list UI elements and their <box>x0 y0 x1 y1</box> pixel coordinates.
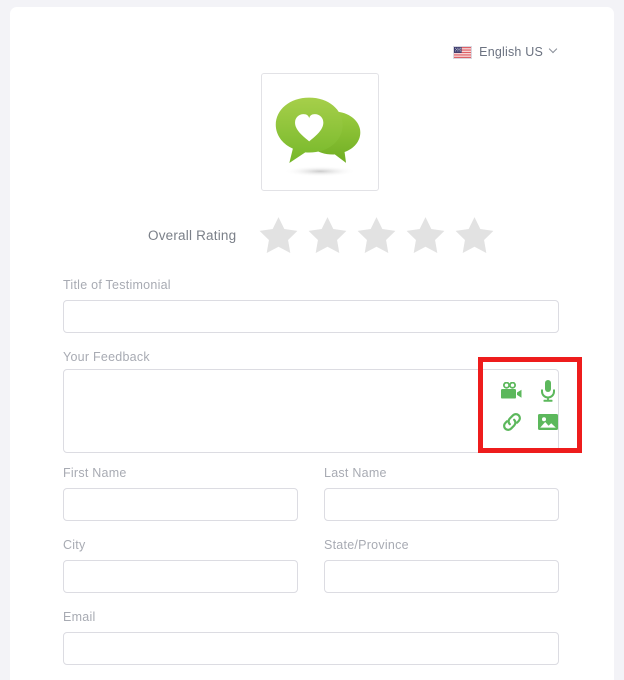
speech-bubbles-heart-icon <box>275 97 361 177</box>
feedback-label: Your Feedback <box>63 350 150 364</box>
testimonial-form-card: English US Overall Rating Title of Testi… <box>10 7 614 680</box>
video-camera-icon <box>501 381 522 398</box>
state-province-input[interactable] <box>324 560 559 593</box>
star-icon-1[interactable] <box>256 213 301 258</box>
link-button[interactable] <box>499 409 525 435</box>
email-label: Email <box>63 610 96 624</box>
us-flag-icon <box>453 45 473 59</box>
email-input[interactable] <box>63 632 559 665</box>
rating-label: Overall Rating <box>148 228 237 243</box>
image-button[interactable] <box>535 409 561 435</box>
state-province-label: State/Province <box>324 538 409 552</box>
image-icon <box>538 413 558 430</box>
star-icon-4[interactable] <box>403 213 448 258</box>
microphone-button[interactable] <box>535 378 561 404</box>
star-rating-group[interactable] <box>256 213 497 258</box>
city-input[interactable] <box>63 560 298 593</box>
city-label: City <box>63 538 86 552</box>
link-icon <box>503 412 521 431</box>
star-icon-2[interactable] <box>305 213 350 258</box>
video-camera-button[interactable] <box>499 378 525 404</box>
media-toolbar <box>494 375 566 437</box>
last-name-label: Last Name <box>324 466 387 480</box>
title-input[interactable] <box>63 300 559 333</box>
last-name-input[interactable] <box>324 488 559 521</box>
title-label: Title of Testimonial <box>63 278 171 292</box>
language-label: English US <box>479 45 543 59</box>
first-name-label: First Name <box>63 466 127 480</box>
first-name-input[interactable] <box>63 488 298 521</box>
overall-rating: Overall Rating <box>148 213 497 258</box>
microphone-icon <box>541 379 555 402</box>
language-selector[interactable]: English US <box>453 45 558 59</box>
star-icon-5[interactable] <box>452 213 497 258</box>
star-icon-3[interactable] <box>354 213 399 258</box>
chevron-down-icon[interactable] <box>550 46 558 54</box>
brand-logo <box>261 73 379 191</box>
